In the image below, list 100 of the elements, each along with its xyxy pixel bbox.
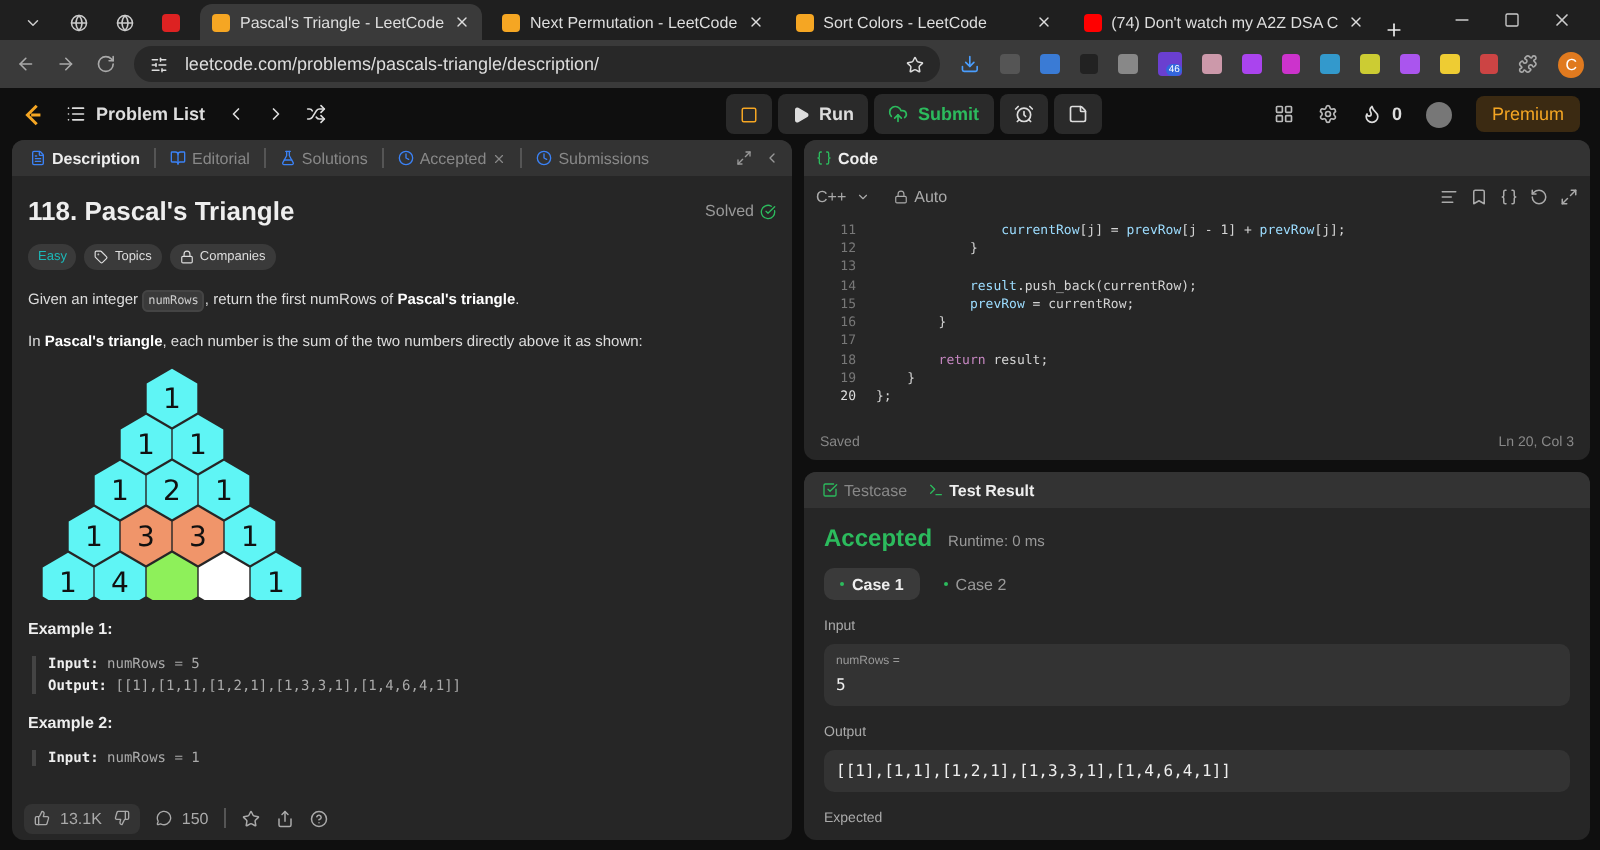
site-settings-icon xyxy=(150,55,169,73)
shuffle-icon[interactable] xyxy=(305,104,326,124)
thumbs-up-icon xyxy=(34,810,50,826)
layout-icon[interactable] xyxy=(1273,104,1294,124)
problem-title: 118. Pascal's Triangle xyxy=(28,196,295,226)
help-icon[interactable] xyxy=(310,809,329,827)
list-icon xyxy=(66,104,86,124)
extension-icon[interactable] xyxy=(1360,54,1380,74)
fullscreen-icon[interactable] xyxy=(1560,187,1578,205)
panel-tab[interactable]: Description xyxy=(24,149,147,167)
case-tab[interactable]: Case 1 xyxy=(824,568,920,600)
cell-number: 2 xyxy=(163,476,181,508)
cell-number: 1 xyxy=(85,522,103,554)
favorite-star-icon[interactable] xyxy=(242,809,261,827)
cloud-upload-icon xyxy=(888,104,909,124)
fullscreen-icon[interactable] xyxy=(736,150,752,166)
logo-icon[interactable] xyxy=(20,101,46,127)
cell-number: 1 xyxy=(163,384,181,416)
problem-list-button[interactable]: Problem List xyxy=(66,104,206,124)
example-title: Example 2: xyxy=(28,714,115,732)
example-title: Example 1: xyxy=(28,620,115,638)
forward-icon[interactable] xyxy=(55,54,76,74)
code-icon xyxy=(816,150,832,166)
tag-icon xyxy=(94,250,109,264)
extension-icon[interactable] xyxy=(1320,54,1341,74)
note-icon xyxy=(1067,104,1088,124)
extension-icon[interactable] xyxy=(1439,54,1460,74)
panel-tab[interactable]: Testcase xyxy=(816,481,914,499)
case-tab[interactable]: Case 2 xyxy=(927,568,1023,600)
browser-tab[interactable]: Sort Colors - LeetCode xyxy=(783,4,1064,40)
play-icon xyxy=(791,105,810,123)
bookmark-icon[interactable] xyxy=(1470,187,1488,205)
panel-tab[interactable]: Accepted xyxy=(391,149,513,167)
timer-button[interactable] xyxy=(999,94,1048,134)
premium-button[interactable]: Premium xyxy=(1475,96,1580,132)
streak-counter[interactable]: 0 xyxy=(1361,104,1402,124)
download-icon[interactable] xyxy=(960,54,980,74)
globe-icon[interactable] xyxy=(70,13,88,31)
debug-button[interactable] xyxy=(725,94,772,134)
cell-number: 1 xyxy=(111,476,129,508)
check-circle-icon xyxy=(760,203,776,219)
chevron-down-icon xyxy=(856,189,871,203)
cell-number: 3 xyxy=(189,522,207,554)
tab-icon xyxy=(397,150,414,166)
tab-icon xyxy=(30,150,46,166)
dislike-icon[interactable] xyxy=(113,810,130,826)
param-value: 5 xyxy=(836,676,848,694)
collapse-icon[interactable] xyxy=(764,150,780,166)
favicon-icon xyxy=(502,13,521,31)
panel-tab[interactable]: Editorial xyxy=(164,149,256,167)
output-value: [[1],[1,1],[1,2,1],[1,3,3,1],[1,4,6,4,1]] xyxy=(836,762,1233,780)
favicon-icon xyxy=(1083,13,1102,31)
panel-tab[interactable]: Solutions xyxy=(273,149,374,167)
extension-icon[interactable] xyxy=(1118,54,1139,74)
format-icon[interactable] xyxy=(1440,187,1458,205)
favicon-icon xyxy=(795,13,814,31)
braces-icon[interactable] xyxy=(1500,187,1518,205)
close-icon[interactable] xyxy=(1552,10,1572,30)
lock-icon xyxy=(894,189,909,203)
browser-tab[interactable]: Next Permutation - LeetCode xyxy=(490,4,776,40)
cell-number: 3 xyxy=(137,522,155,554)
new-tab-icon[interactable] xyxy=(1384,20,1405,40)
cell-number: 1 xyxy=(189,430,207,462)
autocomplete-mode: Auto xyxy=(894,187,948,205)
tab-icon xyxy=(536,150,553,166)
verdict-text: Accepted xyxy=(824,524,933,552)
solved-status: Solved xyxy=(705,202,776,220)
extensions-icon[interactable] xyxy=(1518,54,1539,74)
tab-icon xyxy=(279,150,296,166)
back-icon[interactable] xyxy=(16,54,36,74)
checkbox-icon xyxy=(822,482,838,498)
maximize-icon[interactable] xyxy=(1504,12,1520,28)
run-button[interactable]: Run xyxy=(777,94,869,134)
close-icon xyxy=(1035,14,1052,30)
cell-number: 1 xyxy=(59,568,77,600)
close-icon xyxy=(454,14,471,30)
cell-number: 4 xyxy=(111,568,129,600)
settings-icon[interactable] xyxy=(1317,104,1338,124)
panel-tab[interactable]: Submissions xyxy=(530,149,656,167)
notes-button[interactable] xyxy=(1053,94,1102,134)
favicon-icon xyxy=(212,13,230,31)
language-dropdown[interactable]: C++ xyxy=(816,187,871,205)
reload-icon[interactable] xyxy=(95,54,115,74)
panel-tab[interactable]: Test Result xyxy=(921,481,1041,499)
browser-tab[interactable]: Pascal's Triangle - LeetCode xyxy=(200,4,483,40)
reset-icon[interactable] xyxy=(1530,187,1548,205)
globe-icon[interactable] xyxy=(116,13,134,31)
address-bar[interactable]: leetcode.com/problems/pascals-triangle/description/ xyxy=(134,46,941,82)
extension-icon[interactable] xyxy=(1201,54,1222,74)
share-icon[interactable] xyxy=(276,809,295,827)
user-avatar[interactable] xyxy=(1425,101,1452,127)
comment-icon xyxy=(155,810,172,826)
site-favicon[interactable] xyxy=(162,13,180,31)
cell-number: 1 xyxy=(137,430,155,462)
comments-button[interactable]: 150 xyxy=(155,809,209,827)
cell-number: 1 xyxy=(215,476,233,508)
alarm-clock-icon xyxy=(1013,104,1034,124)
bookmark-star-icon[interactable] xyxy=(906,55,925,73)
browser-tab[interactable]: (74) Don't watch my A2Z DSA C xyxy=(1071,4,1377,40)
submit-button[interactable]: Submit xyxy=(874,94,994,134)
